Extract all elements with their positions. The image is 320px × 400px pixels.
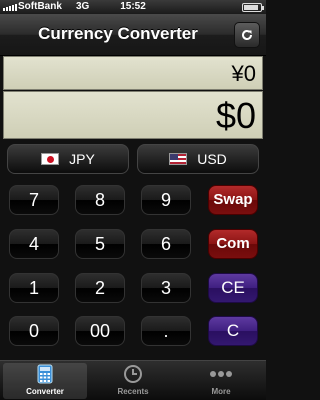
- from-currency-button[interactable]: JPY: [7, 144, 129, 174]
- page-title: Currency Converter: [38, 24, 198, 43]
- target-amount-display: $0: [3, 91, 263, 139]
- tab-recents-label: Recents: [117, 387, 149, 396]
- refresh-icon: [242, 30, 252, 40]
- refresh-button[interactable]: [234, 22, 260, 48]
- to-currency-button[interactable]: USD: [137, 144, 259, 174]
- key-00[interactable]: 00: [75, 316, 125, 346]
- key-4[interactable]: 4: [9, 229, 59, 259]
- tab-converter-label: Converter: [26, 387, 64, 396]
- tab-recents[interactable]: Recents: [91, 363, 175, 399]
- calculator-icon: [37, 364, 53, 384]
- us-flag-icon: [169, 153, 188, 165]
- clear-button[interactable]: C: [208, 316, 258, 346]
- key-1[interactable]: 1: [9, 273, 59, 303]
- key-0[interactable]: 0: [9, 316, 59, 346]
- japan-flag-icon: [41, 153, 60, 165]
- status-bar: SoftBank 3G 15:52: [0, 0, 266, 14]
- tab-more[interactable]: More: [179, 363, 263, 399]
- swap-button[interactable]: Swap: [208, 185, 258, 215]
- tab-bar: Converter Recents More: [0, 360, 266, 400]
- clock-icon: [124, 365, 142, 383]
- key-9[interactable]: 9: [141, 185, 191, 215]
- decimal-point-key[interactable]: .: [141, 316, 191, 346]
- key-7[interactable]: 7: [9, 185, 59, 215]
- key-8[interactable]: 8: [75, 185, 125, 215]
- key-6[interactable]: 6: [141, 229, 191, 259]
- key-2[interactable]: 2: [75, 273, 125, 303]
- tab-more-label: More: [211, 387, 231, 396]
- navigation-bar: Currency Converter: [0, 14, 266, 56]
- source-amount-display: ¥0: [3, 56, 263, 90]
- battery-icon: [242, 3, 264, 12]
- clock: 15:52: [120, 1, 146, 12]
- key-3[interactable]: 3: [141, 273, 191, 303]
- more-dots-icon: [210, 371, 232, 377]
- tab-converter[interactable]: Converter: [3, 363, 87, 399]
- from-currency-code: JPY: [69, 151, 95, 167]
- clear-entry-button[interactable]: CE: [208, 273, 258, 303]
- to-currency-code: USD: [197, 151, 227, 167]
- com-button[interactable]: Com: [208, 229, 258, 259]
- key-5[interactable]: 5: [75, 229, 125, 259]
